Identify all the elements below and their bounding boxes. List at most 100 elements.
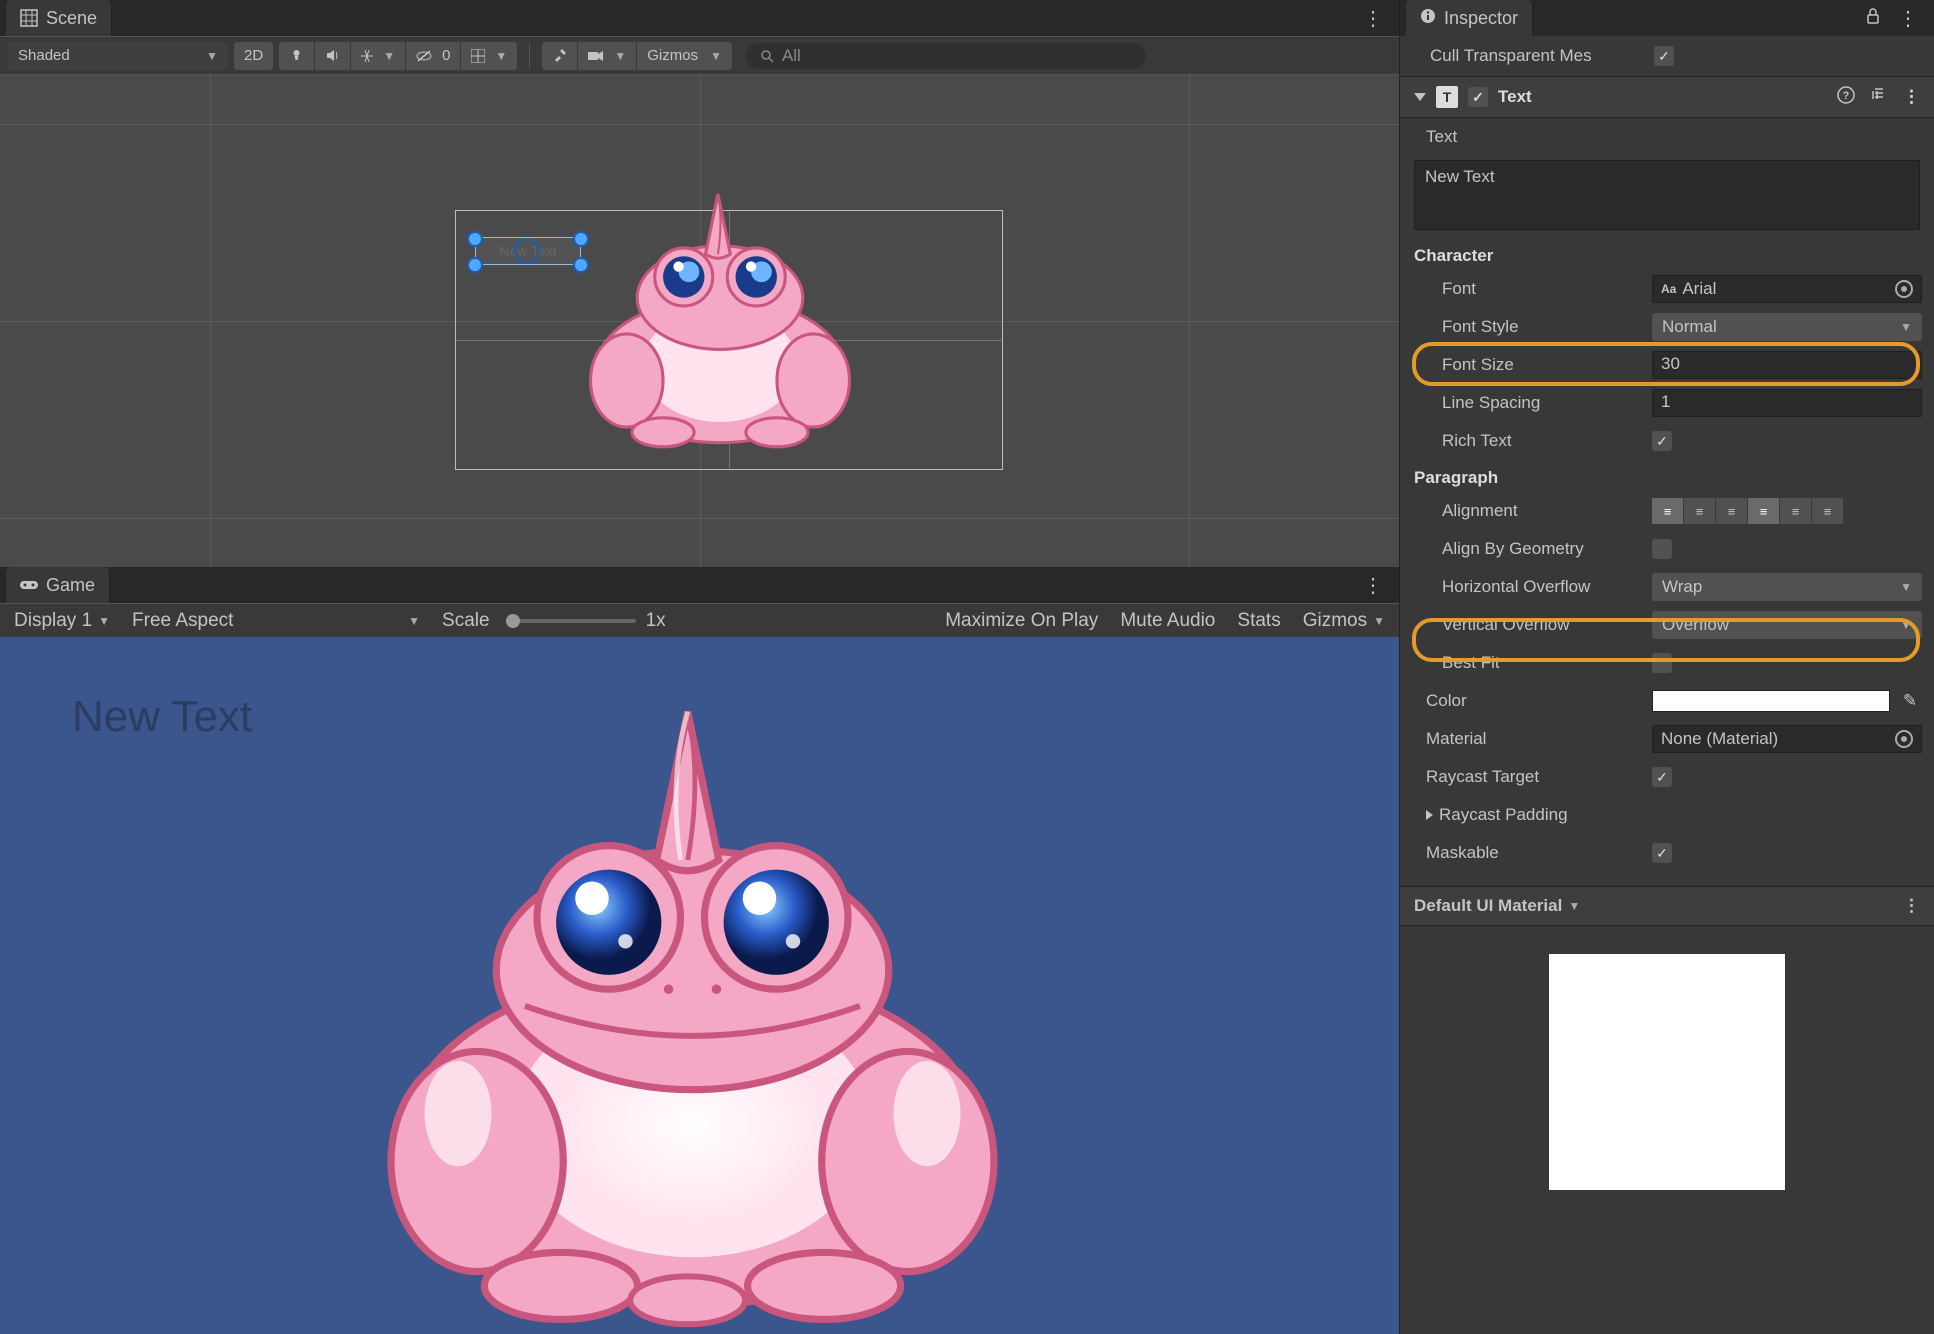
inspector-tab-label: Inspector bbox=[1444, 8, 1518, 29]
aspect-dropdown[interactable]: Free Aspect▼ bbox=[126, 610, 426, 632]
info-icon bbox=[1420, 8, 1436, 29]
scene-viewport[interactable]: New Text bbox=[0, 74, 1399, 567]
font-field[interactable]: AaArial bbox=[1652, 275, 1922, 303]
camera-dropdown[interactable]: ▼ bbox=[578, 42, 637, 70]
scale-label: Scale bbox=[436, 610, 496, 632]
scene-search[interactable]: All bbox=[746, 43, 1146, 69]
fontstyle-dropdown[interactable]: Normal▼ bbox=[1652, 313, 1922, 341]
shading-dropdown[interactable]: Shaded▼ bbox=[8, 42, 228, 70]
linespacing-input[interactable]: 1 bbox=[1652, 389, 1922, 417]
scale-slider[interactable] bbox=[506, 619, 636, 623]
rect-handle-bl[interactable] bbox=[467, 257, 483, 273]
alignment-buttons: ≡ ≡ ≡ ≡ ≡ ≡ bbox=[1652, 498, 1844, 524]
text-component-header[interactable]: T ✓ Text ? ⋮ bbox=[1400, 76, 1934, 118]
component-menu[interactable]: ⋮ bbox=[1903, 87, 1920, 107]
align-center[interactable]: ≡ bbox=[1684, 498, 1716, 524]
text-field-label: Text bbox=[1412, 127, 1642, 147]
bestfit-checkbox[interactable] bbox=[1652, 653, 1672, 673]
svg-text:?: ? bbox=[1843, 90, 1850, 102]
visibility-toggle[interactable]: 0 bbox=[406, 42, 461, 70]
tools-button[interactable] bbox=[542, 42, 578, 70]
pivot-handle[interactable] bbox=[514, 238, 540, 264]
material-label: Material bbox=[1412, 729, 1642, 749]
scene-tab-strip: Scene ⋮ bbox=[0, 0, 1399, 36]
mute-toggle[interactable]: Mute Audio bbox=[1114, 610, 1221, 632]
search-icon bbox=[760, 49, 774, 63]
display-dropdown[interactable]: Display 1▼ bbox=[8, 610, 116, 632]
material-swatch bbox=[1549, 954, 1785, 1190]
component-enable-checkbox[interactable]: ✓ bbox=[1468, 87, 1488, 107]
scene-tab-menu[interactable]: ⋮ bbox=[1355, 6, 1393, 31]
valign-top[interactable]: ≡ bbox=[1748, 498, 1780, 524]
preset-icon[interactable] bbox=[1865, 87, 1893, 108]
lock-icon[interactable] bbox=[1856, 8, 1890, 29]
grid-visibility-dropdown[interactable]: ▼ bbox=[461, 42, 517, 70]
material-preview bbox=[1400, 926, 1934, 1334]
foldout-icon bbox=[1426, 810, 1433, 820]
color-picker[interactable] bbox=[1652, 690, 1890, 712]
rect-handle-tl[interactable] bbox=[467, 231, 483, 247]
fontstyle-label: Font Style bbox=[1412, 317, 1642, 337]
game-tab-menu[interactable]: ⋮ bbox=[1355, 573, 1393, 598]
component-name: Text bbox=[1498, 87, 1532, 107]
raypad-label[interactable]: Raycast Padding bbox=[1412, 805, 1642, 825]
richtext-checkbox[interactable]: ✓ bbox=[1652, 431, 1672, 451]
gizmos-dropdown[interactable]: Gizmos▼ bbox=[637, 42, 732, 70]
text-input[interactable]: New Text bbox=[1414, 160, 1920, 230]
scene-tab-label: Scene bbox=[46, 8, 97, 29]
inspector-tab-strip: Inspector ⋮ bbox=[1400, 0, 1934, 36]
maskable-checkbox[interactable]: ✓ bbox=[1652, 843, 1672, 863]
material-menu[interactable]: ⋮ bbox=[1903, 896, 1920, 916]
hoverflow-dropdown[interactable]: Wrap▼ bbox=[1652, 573, 1922, 601]
help-icon[interactable]: ? bbox=[1837, 86, 1855, 109]
game-tab[interactable]: Game bbox=[6, 567, 110, 603]
game-gizmos-dropdown[interactable]: Gizmos▼ bbox=[1297, 610, 1391, 632]
game-icon bbox=[20, 578, 38, 592]
align-right[interactable]: ≡ bbox=[1716, 498, 1748, 524]
scene-icon bbox=[20, 9, 38, 27]
raycast-checkbox[interactable]: ✓ bbox=[1652, 767, 1672, 787]
hoverflow-label: Horizontal Overflow bbox=[1412, 577, 1642, 597]
cull-transparent-label: Cull Transparent Mes bbox=[1430, 46, 1644, 66]
align-left[interactable]: ≡ bbox=[1652, 498, 1684, 524]
game-viewport[interactable]: New Text bbox=[0, 637, 1399, 1334]
lighting-toggle[interactable] bbox=[279, 42, 315, 70]
fx-dropdown[interactable]: ▼ bbox=[351, 42, 406, 70]
valign-middle[interactable]: ≡ bbox=[1780, 498, 1812, 524]
fontsize-label: Font Size bbox=[1412, 355, 1642, 375]
richtext-label: Rich Text bbox=[1412, 431, 1642, 451]
scene-toolbar: Shaded▼ 2D ▼ 0 ▼ ▼ Gizmos▼ All bbox=[0, 36, 1399, 74]
color-label: Color bbox=[1412, 691, 1642, 711]
character-group: Character bbox=[1400, 238, 1934, 270]
voverflow-dropdown[interactable]: Overflow▼ bbox=[1652, 611, 1922, 639]
game-toolbar: Display 1▼ Free Aspect▼ Scale 1x Maximiz… bbox=[0, 603, 1399, 637]
eyedropper-icon[interactable]: ✎ bbox=[1898, 691, 1922, 711]
fontsize-input[interactable]: 30 bbox=[1652, 351, 1922, 379]
voverflow-label: Vertical Overflow bbox=[1412, 615, 1642, 635]
rect-handle-br[interactable] bbox=[573, 257, 589, 273]
inspector-menu[interactable]: ⋮ bbox=[1890, 6, 1928, 31]
stats-toggle[interactable]: Stats bbox=[1231, 610, 1286, 632]
inspector-tab[interactable]: Inspector bbox=[1406, 0, 1533, 36]
cull-transparent-checkbox[interactable]: ✓ bbox=[1654, 46, 1674, 66]
maximize-toggle[interactable]: Maximize On Play bbox=[939, 610, 1104, 632]
text-component-icon: T bbox=[1436, 86, 1458, 108]
font-label: Font bbox=[1412, 279, 1642, 299]
paragraph-group: Paragraph bbox=[1400, 460, 1934, 492]
raycast-label: Raycast Target bbox=[1412, 767, 1642, 787]
frog-sprite-game bbox=[320, 659, 1065, 1329]
game-tab-strip: Game ⋮ bbox=[0, 567, 1399, 603]
mode-2d-toggle[interactable]: 2D bbox=[234, 42, 273, 70]
audio-toggle[interactable] bbox=[315, 42, 351, 70]
new-text-display: New Text bbox=[72, 692, 252, 742]
object-picker-icon[interactable] bbox=[1895, 730, 1913, 748]
material-field[interactable]: None (Material) bbox=[1652, 725, 1922, 753]
scene-tab[interactable]: Scene bbox=[6, 0, 112, 36]
material-header[interactable]: Default UI Material▼ ⋮ bbox=[1400, 886, 1934, 926]
frog-sprite-scene bbox=[560, 163, 880, 453]
object-picker-icon[interactable] bbox=[1895, 280, 1913, 298]
valign-bottom[interactable]: ≡ bbox=[1812, 498, 1844, 524]
rect-handle-tr[interactable] bbox=[573, 231, 589, 247]
game-tab-label: Game bbox=[46, 575, 95, 596]
aligngeom-checkbox[interactable] bbox=[1652, 539, 1672, 559]
